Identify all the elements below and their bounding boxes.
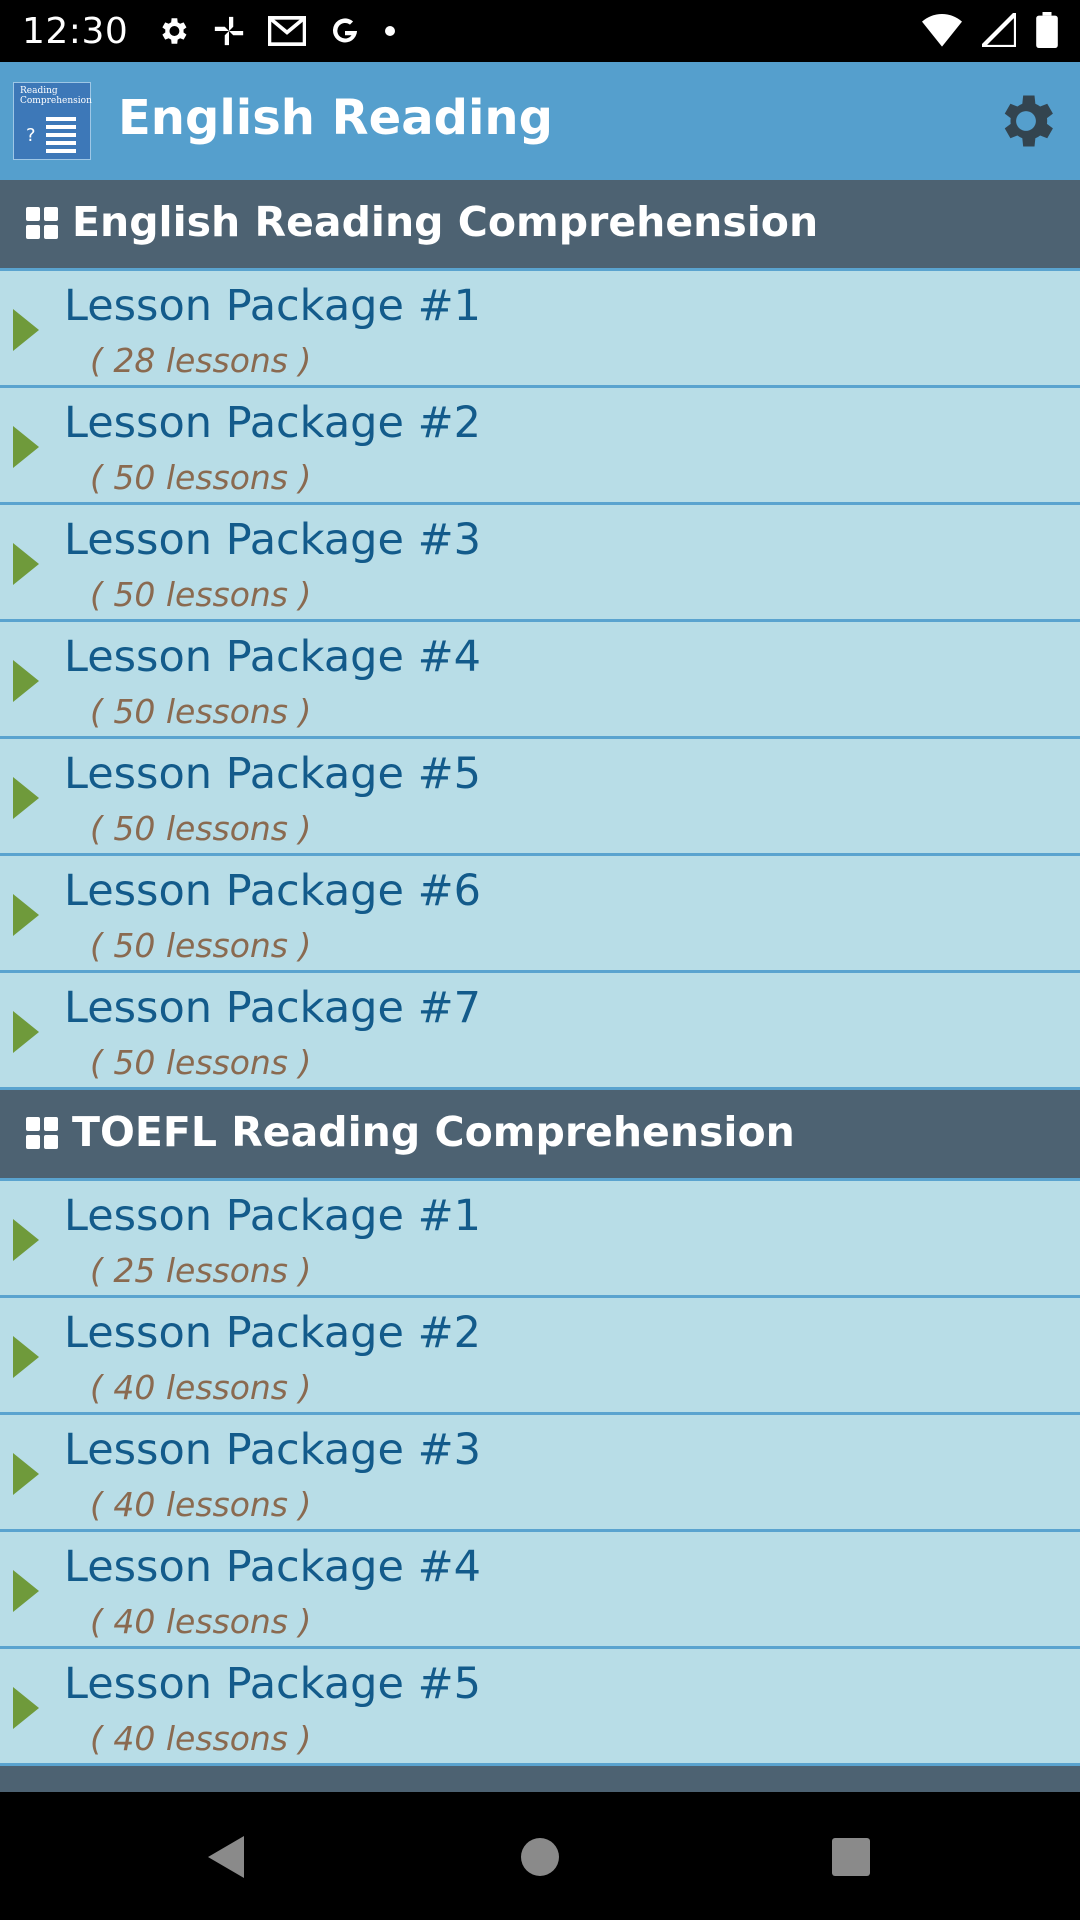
gmail-icon	[268, 16, 307, 46]
google-icon	[333, 18, 358, 43]
list-item-count: ( 50 lessons )	[90, 926, 312, 965]
pinwheel-icon	[215, 16, 244, 46]
home-icon[interactable]	[505, 1822, 575, 1892]
list-item-count: ( 50 lessons )	[90, 692, 312, 731]
lesson-list: English Reading Comprehension Lesson Pac…	[0, 180, 1080, 1792]
dot-icon	[385, 26, 396, 36]
settings-gear-icon[interactable]	[992, 87, 1060, 155]
list-item-count: ( 25 lessons )	[90, 1251, 312, 1290]
list-item-label: Lesson Package #3	[64, 1425, 481, 1475]
status-right-icons	[922, 12, 1058, 48]
list-item-label: Lesson Package #2	[64, 398, 481, 448]
app-title: English Reading	[118, 90, 553, 146]
list-item-label: Lesson Package #7	[64, 983, 481, 1033]
list-item[interactable]: Lesson Package #5 ( 40 lessons )	[0, 1649, 1080, 1766]
play-arrow-icon	[13, 1687, 39, 1729]
status-bar: 12:30	[0, 0, 1080, 62]
list-item[interactable]: Lesson Package #1 ( 28 lessons )	[0, 271, 1080, 388]
play-arrow-icon	[13, 1453, 39, 1495]
list-item[interactable]: Lesson Package #4 ( 40 lessons )	[0, 1532, 1080, 1649]
play-arrow-icon	[13, 660, 39, 702]
navigation-bar	[0, 1792, 1080, 1920]
section-title: English Reading Comprehension	[72, 198, 819, 246]
wifi-icon	[922, 14, 962, 47]
list-item-label: Lesson Package #5	[64, 749, 481, 799]
section-header[interactable]: TOEFL Reading Comprehension	[0, 1090, 1080, 1181]
section-header[interactable]: English Reading Comprehension	[0, 180, 1080, 271]
play-arrow-icon	[13, 309, 39, 351]
list-item[interactable]: Lesson Package #4 ( 50 lessons )	[0, 622, 1080, 739]
play-arrow-icon	[13, 426, 39, 468]
grid-icon	[26, 1117, 58, 1149]
list-item-label: Lesson Package #6	[64, 866, 481, 916]
list-item-count: ( 28 lessons )	[90, 341, 312, 380]
play-arrow-icon	[13, 1570, 39, 1612]
recents-icon[interactable]	[816, 1822, 886, 1892]
list-item-count: ( 50 lessons )	[90, 458, 312, 497]
section-title: TOEFL Reading Comprehension	[72, 1108, 795, 1156]
list-item-label: Lesson Package #5	[64, 1659, 481, 1709]
battery-icon	[1036, 12, 1058, 48]
list-item[interactable]: Lesson Package #3 ( 40 lessons )	[0, 1415, 1080, 1532]
next-section-header-partial[interactable]	[0, 1766, 1080, 1792]
list-item-label: Lesson Package #3	[64, 515, 481, 565]
list-item-label: Lesson Package #1	[64, 1191, 481, 1241]
list-item-label: Lesson Package #1	[64, 281, 481, 331]
play-arrow-icon	[13, 1336, 39, 1378]
list-item[interactable]: Lesson Package #5 ( 50 lessons )	[0, 739, 1080, 856]
list-item[interactable]: Lesson Package #2 ( 50 lessons )	[0, 388, 1080, 505]
list-item[interactable]: Lesson Package #7 ( 50 lessons )	[0, 973, 1080, 1090]
list-item-count: ( 40 lessons )	[90, 1368, 312, 1407]
play-arrow-icon	[13, 777, 39, 819]
list-item[interactable]: Lesson Package #2 ( 40 lessons )	[0, 1298, 1080, 1415]
list-item-label: Lesson Package #4	[64, 1542, 481, 1592]
svg-text:?: ?	[26, 125, 36, 146]
list-item-count: ( 40 lessons )	[90, 1485, 312, 1524]
list-item-count: ( 50 lessons )	[90, 575, 312, 614]
back-icon[interactable]	[190, 1822, 260, 1892]
play-arrow-icon	[13, 1011, 39, 1053]
list-item[interactable]: Lesson Package #1 ( 25 lessons )	[0, 1181, 1080, 1298]
gear-icon	[162, 18, 187, 44]
list-item-label: Lesson Package #4	[64, 632, 481, 682]
status-time: 12:30	[22, 10, 129, 52]
list-item-count: ( 40 lessons )	[90, 1602, 312, 1641]
app-logo: Reading Comprehension ?	[13, 82, 92, 160]
list-item[interactable]: Lesson Package #3 ( 50 lessons )	[0, 505, 1080, 622]
list-icon: ?	[26, 117, 76, 153]
play-arrow-icon	[13, 894, 39, 936]
status-left-icons	[156, 14, 396, 48]
list-item-label: Lesson Package #2	[64, 1308, 481, 1358]
list-item-count: ( 50 lessons )	[90, 809, 312, 848]
app-logo-text: Reading Comprehension	[20, 86, 92, 106]
app-bar: Reading Comprehension ? English Reading	[0, 62, 1080, 180]
signal-icon	[982, 13, 1016, 47]
list-item-count: ( 40 lessons )	[90, 1719, 312, 1758]
list-item-count: ( 50 lessons )	[90, 1043, 312, 1082]
grid-icon	[26, 207, 58, 239]
list-item[interactable]: Lesson Package #6 ( 50 lessons )	[0, 856, 1080, 973]
play-arrow-icon	[13, 543, 39, 585]
play-arrow-icon	[13, 1219, 39, 1261]
